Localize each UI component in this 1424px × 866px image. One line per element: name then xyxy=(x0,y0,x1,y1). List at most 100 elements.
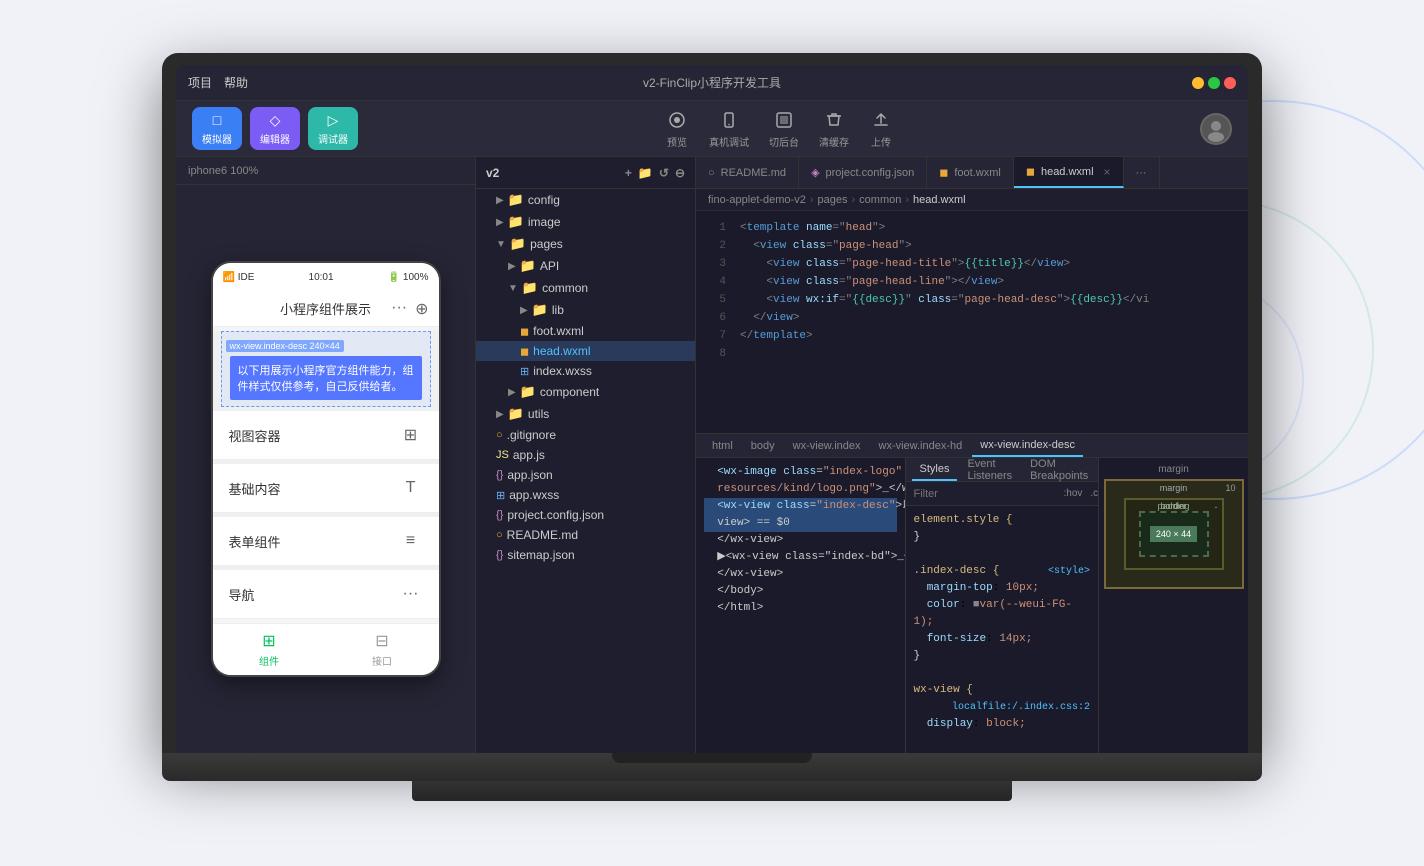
menu-item-help[interactable]: 帮助 xyxy=(224,74,248,91)
new-folder-icon[interactable]: 📁 xyxy=(638,166,653,180)
tree-item-readme[interactable]: ○ README.md xyxy=(476,525,695,545)
styles-tab-dom-breakpoints[interactable]: DOM Breakpoints xyxy=(1022,458,1096,481)
breadcrumb-root[interactable]: fino-applet-demo-v2 xyxy=(708,194,806,206)
tab-head-wxml[interactable]: ◼ head.wxml × xyxy=(1014,157,1124,188)
inspector-tab-body[interactable]: body xyxy=(743,434,783,457)
components-nav-icon: ⊞ xyxy=(259,631,279,651)
editor-breadcrumb: fino-applet-demo-v2 › pages › common › h… xyxy=(696,189,1248,211)
list-item-2[interactable]: 表单组件 ≡ xyxy=(213,517,439,566)
style-source-link[interactable]: localfile:/.index.css:2 xyxy=(952,699,1090,716)
code-line-1: <template name="head"> xyxy=(740,219,1240,237)
api-nav-label: 接口 xyxy=(372,653,392,668)
phone-nav-components[interactable]: ⊞ 组件 xyxy=(213,631,326,668)
collapse-icon[interactable]: ⊖ xyxy=(675,166,685,180)
tree-item-label: app.js xyxy=(513,448,545,462)
maximize-button[interactable] xyxy=(1208,77,1220,89)
tree-item-lib[interactable]: ▶ 📁 lib xyxy=(476,299,695,321)
list-item-1[interactable]: 基础内容 T xyxy=(213,464,439,513)
chevron-icon: ▶ xyxy=(496,217,504,228)
list-item-3[interactable]: 导航 ··· xyxy=(213,570,439,619)
clear-cache-action[interactable]: 清缓存 xyxy=(819,108,849,149)
cut-backend-action[interactable]: 切后台 xyxy=(769,108,799,149)
phone-highlighted-text: 以下用展示小程序官方组件能力，组件样式仅供参考，自己反供给者。 xyxy=(230,356,422,400)
tab-readme[interactable]: ○ README.md xyxy=(696,157,799,188)
inspector-tab-html[interactable]: html xyxy=(704,434,741,457)
code-line-3: <view class="page-head-title">{{title}}<… xyxy=(740,255,1240,273)
phone-more-icon[interactable]: ··· xyxy=(391,299,407,319)
user-avatar[interactable] xyxy=(1200,113,1232,145)
tree-item-sitemap[interactable]: {} sitemap.json xyxy=(476,545,695,565)
new-file-icon[interactable]: + xyxy=(625,166,632,180)
tree-item-utils[interactable]: ▶ 📁 utils xyxy=(476,403,695,425)
list-item-label-1: 基础内容 xyxy=(229,479,281,498)
inspector-tab-index[interactable]: wx-view.index xyxy=(785,434,869,457)
app-title: v2-FinClip小程序开发工具 xyxy=(643,74,781,91)
file-icon: ○ xyxy=(496,429,503,441)
tree-item-project-config[interactable]: {} project.config.json xyxy=(476,505,695,525)
tab-label: head.wxml xyxy=(1041,166,1094,178)
tree-item-api[interactable]: ▶ 📁 API xyxy=(476,255,695,277)
refresh-icon[interactable]: ↺ xyxy=(659,166,669,180)
minimize-button[interactable] xyxy=(1192,77,1204,89)
tree-item-gitignore[interactable]: ○ .gitignore xyxy=(476,425,695,445)
hov-badge[interactable]: :hov xyxy=(1064,488,1083,499)
preview-action[interactable]: 预览 xyxy=(665,108,689,149)
styles-tab-event-listeners[interactable]: Event Listeners xyxy=(959,458,1020,481)
upload-action[interactable]: 上传 xyxy=(869,108,893,149)
tree-item-config[interactable]: ▶ 📁 config xyxy=(476,189,695,211)
mobile-debug-action[interactable]: 真机调试 xyxy=(709,108,749,149)
phone-title-bar: 小程序组件展示 ··· ⊕ xyxy=(213,291,439,327)
folder-icon: 📁 xyxy=(522,280,538,296)
breadcrumb-pages[interactable]: pages xyxy=(818,194,848,206)
phone-close-icon[interactable]: ⊕ xyxy=(415,299,428,319)
editor-label: 编辑器 xyxy=(260,131,290,146)
editor-button[interactable]: ◇ 编辑器 xyxy=(250,107,300,150)
code-content[interactable]: <template name="head"> <view class="page… xyxy=(732,211,1248,433)
tree-item-image[interactable]: ▶ 📁 image xyxy=(476,211,695,233)
tree-item-foot-wxml[interactable]: ◼ foot.wxml xyxy=(476,321,695,341)
styles-filter-input[interactable] xyxy=(914,488,1056,500)
tab-foot-wxml[interactable]: ◼ foot.wxml xyxy=(927,157,1014,188)
tree-item-app-json[interactable]: {} app.json xyxy=(476,465,695,485)
tree-item-head-wxml[interactable]: ◼ head.wxml xyxy=(476,341,695,361)
cls-badge[interactable]: .cls xyxy=(1090,488,1098,499)
style-rule-index-desc: .index-desc { <style> margin-top: 10px; … xyxy=(914,563,1091,665)
tab-label: foot.wxml xyxy=(954,167,1000,179)
phone-nav-api[interactable]: ⊟ 接口 xyxy=(326,631,439,668)
list-item-0[interactable]: 视图容器 ⊞ xyxy=(213,411,439,460)
debug-button[interactable]: ▷ 调试器 xyxy=(308,107,358,150)
tree-item-app-js[interactable]: JS app.js xyxy=(476,445,695,465)
styles-tab-styles[interactable]: Styles xyxy=(912,458,958,481)
clear-cache-label: 清缓存 xyxy=(819,134,849,149)
toolbar-right xyxy=(1200,113,1232,145)
menu-item-project[interactable]: 项目 xyxy=(188,74,212,91)
inspector-tab-index-hd[interactable]: wx-view.index-hd xyxy=(871,434,971,457)
breadcrumb-file[interactable]: head.wxml xyxy=(913,194,966,206)
tree-item-index-wxss[interactable]: ⊞ index.wxss xyxy=(476,361,695,381)
simulator-button[interactable]: □ 模拟器 xyxy=(192,107,242,150)
breadcrumb-common[interactable]: common xyxy=(859,194,901,206)
tab-project-config[interactable]: ◈ project.config.json xyxy=(799,157,927,188)
box-model: margin margin 10 border - pad xyxy=(1098,458,1248,753)
tree-item-component[interactable]: ▶ 📁 component xyxy=(476,381,695,403)
tree-item-label: lib xyxy=(552,303,564,317)
dom-line-8: </body> xyxy=(704,583,897,600)
chevron-icon: ▶ xyxy=(508,261,516,272)
file-tree-actions: + 📁 ↺ ⊖ xyxy=(625,166,685,180)
tree-item-pages[interactable]: ▼ 📁 pages xyxy=(476,233,695,255)
styles-filter-bar: :hov .cls + xyxy=(906,482,1099,506)
code-line-8 xyxy=(740,345,1240,363)
tree-item-label: pages xyxy=(530,237,563,251)
style-source[interactable]: <style> xyxy=(1048,563,1090,580)
box-content: 240 × 44 xyxy=(1150,526,1197,542)
main-content: iphone6 100% 📶 IDE 10:01 🔋 100% xyxy=(176,157,1248,753)
editor-icon: ◇ xyxy=(266,111,284,129)
tree-item-common[interactable]: ▼ 📁 common xyxy=(476,277,695,299)
tree-item-app-wxss[interactable]: ⊞ app.wxss xyxy=(476,485,695,505)
tab-close-icon[interactable]: × xyxy=(1104,165,1111,179)
tree-item-label: project.config.json xyxy=(507,508,604,522)
dom-line-4: view> == $0 xyxy=(704,515,897,532)
close-button[interactable] xyxy=(1224,77,1236,89)
tab-more[interactable]: ··· xyxy=(1124,157,1160,188)
inspector-tab-index-desc[interactable]: wx-view.index-desc xyxy=(972,434,1083,457)
